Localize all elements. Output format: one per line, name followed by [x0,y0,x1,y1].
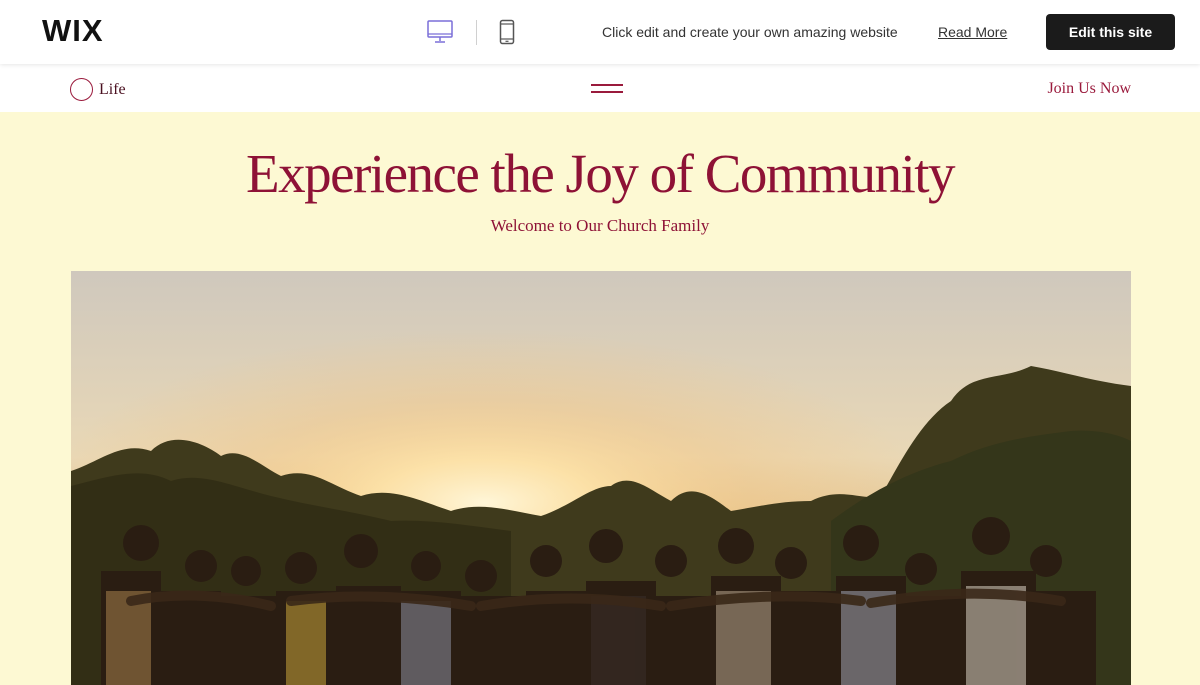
hamburger-menu-button[interactable] [591,82,623,96]
hero-title: Experience the Joy of Community [245,143,956,204]
logo-circle-icon [70,78,93,101]
device-separator [476,20,477,45]
edit-site-button[interactable]: Edit this site [1046,14,1175,50]
read-more-link[interactable]: Read More [938,24,1007,40]
hero-photo [71,271,1131,685]
promo-text: Click edit and create your own amazing w… [602,24,898,40]
wix-top-bar: WIX Click edit and create your own amazi… [0,0,1200,64]
community-photo-image [71,271,1131,685]
menu-line [591,84,623,86]
wix-logo[interactable]: WIX [42,13,104,49]
site-logo-text: Life [99,80,126,98]
site-logo[interactable]: Life [70,78,126,101]
hero-section: Experience the Joy of Community Welcome … [0,112,1200,685]
mobile-icon [499,19,515,45]
join-us-link[interactable]: Join Us Now [1047,80,1131,98]
desktop-icon [427,20,453,43]
hero-subtitle: Welcome to Our Church Family [490,216,710,235]
desktop-view-button[interactable] [424,17,456,47]
site-header: Life Join Us Now [0,64,1200,112]
menu-line [591,91,623,93]
mobile-view-button[interactable] [495,17,519,47]
